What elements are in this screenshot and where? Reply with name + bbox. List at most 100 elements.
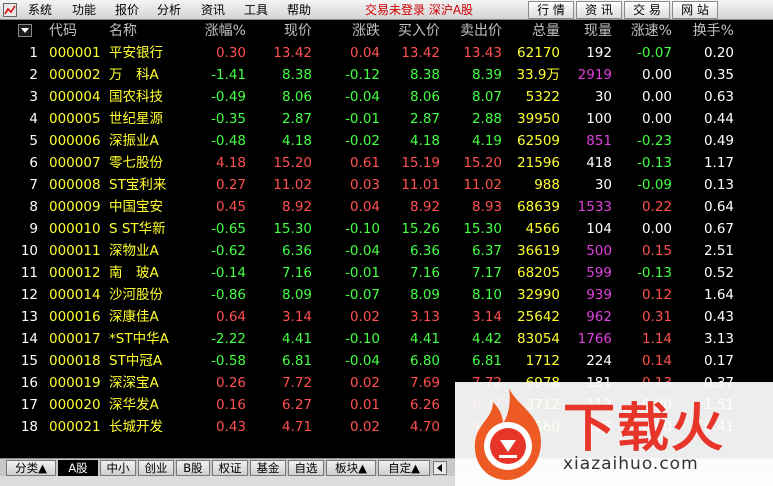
bid-price: 6.80	[409, 353, 440, 369]
header-last-volume[interactable]: 现量	[566, 20, 612, 42]
tab-a-shares[interactable]: A股	[58, 460, 98, 476]
turnover-pct: 3.13	[703, 331, 734, 347]
row-index: 3	[29, 89, 38, 105]
row-index: 10	[20, 243, 38, 259]
news-button[interactable]: 资 讯	[576, 1, 622, 19]
website-button[interactable]: 网 站	[672, 1, 718, 19]
table-row[interactable]: 2 000002 万 科A -1.41 8.38 -0.12 8.38 8.39 33.9万 29…	[0, 64, 773, 86]
total-volume: 21596	[517, 155, 560, 171]
price: 11.02	[273, 177, 312, 193]
header-turnover[interactable]: 换手%	[680, 20, 734, 42]
menu-system[interactable]: 系统	[28, 2, 52, 18]
table-row[interactable]: 13 000016 深康佳A 0.64 3.14 0.02 3.13 3.14 25642 962…	[0, 306, 773, 328]
quotes-button[interactable]: 行 情	[528, 1, 574, 19]
table-row[interactable]: 11 000012 南 玻A -0.14 7.16 -0.01 7.16 7.17 68205 5…	[0, 262, 773, 284]
header-change-pct[interactable]: 涨幅%	[188, 20, 246, 42]
speed-pct: -0.09	[637, 177, 672, 193]
change: -0.04	[345, 243, 380, 259]
app-logo-icon[interactable]	[3, 3, 17, 17]
tab-b-shares[interactable]: B股	[176, 460, 210, 476]
last-volume: 192	[586, 45, 612, 61]
stock-name: 深物业A	[109, 243, 159, 259]
menu-function[interactable]: 功能	[72, 2, 96, 18]
speed-pct: 0.00	[641, 221, 672, 237]
speed-pct: 0.15	[641, 243, 672, 259]
header-speed[interactable]: 涨速%	[618, 20, 672, 42]
stock-code: 000011	[49, 243, 101, 259]
total-volume: 68639	[517, 199, 560, 215]
table-row[interactable]: 12 000014 沙河股份 -0.86 8.09 -0.07 8.09 8.10 32990 9…	[0, 284, 773, 306]
header-bid[interactable]: 买入价	[384, 20, 440, 42]
tab-watchlist[interactable]: 自选	[288, 460, 324, 476]
table-row[interactable]: 1 000001 平安银行 0.30 13.42 0.04 13.42 13.43 62170 1…	[0, 42, 773, 64]
total-volume: 4566	[525, 221, 560, 237]
table-row[interactable]: 5 000006 深振业A -0.48 4.18 -0.02 4.18 4.19 62509 85…	[0, 130, 773, 152]
stock-code: 000014	[49, 287, 101, 303]
table-header: 代码 名称 涨幅% 现价 涨跌 买入价 卖出价 总量 现量 涨速% 换手%	[0, 20, 773, 42]
table-row[interactable]: 4 000005 世纪星源 -0.35 2.87 -0.01 2.87 2.88 39950 10…	[0, 108, 773, 130]
change: -0.04	[345, 353, 380, 369]
stock-code: 000016	[49, 309, 101, 325]
table-row[interactable]: 14 000017 *ST中华A -2.22 4.41 -0.10 4.41 4.42 8305…	[0, 328, 773, 350]
change-pct: -2.22	[211, 331, 246, 347]
header-ask[interactable]: 卖出价	[446, 20, 502, 42]
table-row[interactable]: 15 000018 ST中冠A -0.58 6.81 -0.04 6.80 6.81 1712 2…	[0, 350, 773, 372]
bid-price: 6.26	[409, 397, 440, 413]
turnover-pct: 0.44	[703, 111, 734, 127]
table-row[interactable]: 3 000004 国农科技 -0.49 8.06 -0.04 8.06 8.07 5322 30 0…	[0, 86, 773, 108]
turnover-pct: 0.35	[703, 67, 734, 83]
speed-pct: 0.12	[641, 287, 672, 303]
change: -0.12	[345, 67, 380, 83]
last-volume: 30	[594, 89, 612, 105]
bid-price: 4.70	[409, 419, 440, 435]
bid-price: 4.18	[409, 133, 440, 149]
stock-name: 沙河股份	[109, 287, 163, 303]
tab-sectors[interactable]: 板块▲	[326, 460, 376, 476]
watermark-url: xiazaihuo.com	[563, 454, 699, 474]
change-pct: -0.14	[211, 265, 246, 281]
turnover-pct: 0.64	[703, 199, 734, 215]
table-row[interactable]: 10 000011 深物业A -0.62 6.36 -0.04 6.36 6.37 36619 5…	[0, 240, 773, 262]
table-row[interactable]: 8 000009 中国宝安 0.45 8.92 0.04 8.92 8.93 68639 1533…	[0, 196, 773, 218]
last-volume: 1766	[577, 331, 612, 347]
price: 15.30	[273, 221, 312, 237]
table-row[interactable]: 6 000007 零七股份 4.18 15.20 0.61 15.19 15.20 21596 4…	[0, 152, 773, 174]
ask-price: 6.81	[471, 353, 502, 369]
menu-analysis[interactable]: 分析	[157, 2, 181, 18]
menu-news[interactable]: 资讯	[201, 2, 225, 18]
bid-price: 11.01	[401, 177, 440, 193]
trade-button[interactable]: 交 易	[624, 1, 670, 19]
header-code[interactable]: 代码	[49, 20, 77, 42]
price: 6.36	[281, 243, 312, 259]
tab-chinext[interactable]: 创业	[138, 460, 174, 476]
tab-scroll-left-button[interactable]	[433, 461, 447, 475]
tab-sme[interactable]: 中小	[100, 460, 136, 476]
row-index: 7	[29, 177, 38, 193]
change-pct: 4.18	[215, 155, 246, 171]
total-volume: 62509	[517, 133, 560, 149]
header-name[interactable]: 名称	[109, 20, 137, 42]
menu-tools[interactable]: 工具	[244, 2, 268, 18]
tab-category[interactable]: 分类▲	[6, 460, 56, 476]
tab-warrants[interactable]: 权证	[212, 460, 248, 476]
turnover-pct: 0.43	[703, 309, 734, 325]
table-row[interactable]: 7 000008 ST宝利来 0.27 11.02 0.03 11.01 11.02 988 30…	[0, 174, 773, 196]
header-change[interactable]: 涨跌	[322, 20, 380, 42]
last-volume: 1533	[577, 199, 612, 215]
row-index: 9	[29, 221, 38, 237]
sort-menu-button[interactable]	[18, 24, 32, 37]
stock-name: 平安银行	[109, 45, 163, 61]
header-price[interactable]: 现价	[252, 20, 312, 42]
menu-help[interactable]: 帮助	[287, 2, 311, 18]
last-volume: 2919	[577, 67, 612, 83]
row-index: 13	[20, 309, 38, 325]
stock-code: 000020	[49, 397, 101, 413]
table-row[interactable]: 9 000010 S ST华新 -0.65 15.30 -0.10 15.26 15.30 45…	[0, 218, 773, 240]
watermark-title: 下载火	[563, 399, 726, 459]
tab-funds[interactable]: 基金	[250, 460, 286, 476]
tab-custom[interactable]: 自定▲	[378, 460, 430, 476]
header-volume[interactable]: 总量	[506, 20, 560, 42]
change: -0.04	[345, 89, 380, 105]
menu-quote[interactable]: 报价	[115, 2, 139, 18]
change-pct: -0.49	[211, 89, 246, 105]
